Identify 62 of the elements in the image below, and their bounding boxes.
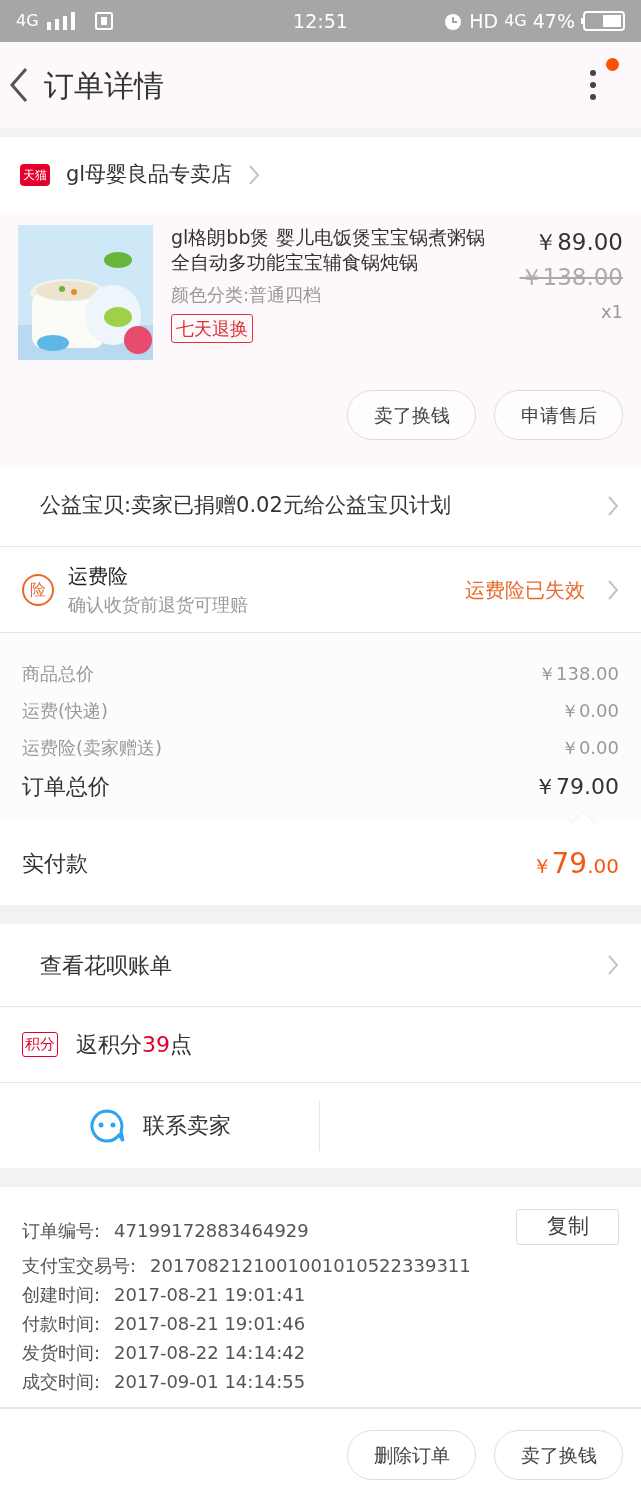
hd-label: HD: [469, 8, 499, 34]
cost-value: ￥138.00: [538, 662, 619, 686]
product-title: gl格朗bb煲 婴儿电饭煲宝宝锅煮粥锅全自动多功能宝宝辅食锅炖锅: [171, 225, 486, 275]
network-label: 4G: [504, 10, 527, 32]
shipping-insurance-row[interactable]: 险 运费险 确认收货前退货可理赔 运费险已失效: [0, 547, 641, 633]
cost-label: 运费险(卖家赠送): [22, 736, 163, 760]
back-button[interactable]: [8, 67, 30, 103]
battery-icon: [581, 11, 625, 31]
cost-value: ￥0.00: [560, 699, 619, 723]
action-button[interactable]: 卖了换钱: [347, 390, 476, 440]
cost-value: ￥0.00: [560, 736, 619, 760]
info-value: 2017-08-21 19:01:46: [114, 1312, 306, 1336]
huabei-bill-text: 查看花呗账单: [40, 951, 173, 980]
total-label: 订单总价: [22, 772, 110, 801]
battery-percent: 47%: [532, 8, 575, 34]
chat-bubble-icon: [88, 1108, 125, 1143]
chevron-right-icon: [607, 954, 619, 976]
network-label: 4G: [16, 10, 39, 32]
app-notification-icon: [94, 12, 113, 30]
action-button[interactable]: 卖了换钱: [494, 1430, 623, 1480]
info-label: 支付宝交易号:: [22, 1254, 137, 1278]
quantity-label: x1: [600, 300, 623, 324]
page-title: 订单详情: [44, 66, 164, 105]
back-icon: [8, 67, 30, 103]
original-price: ￥138.00: [519, 262, 623, 292]
return-policy-tag: 七天退换: [171, 314, 253, 343]
paid-amount: ￥79.00: [531, 845, 619, 882]
alarm-icon: [443, 11, 464, 31]
action-button[interactable]: 删除订单: [347, 1430, 476, 1480]
insurance-subtitle: 确认收货前退货可理赔: [68, 593, 249, 617]
store-badge: 天猫: [20, 164, 50, 186]
store-name: gl母婴良品专卖店: [66, 161, 233, 189]
info-value: 2017082121001001010522339311: [150, 1254, 471, 1278]
insurance-badge: 险: [22, 573, 54, 606]
info-value: 2017-09-01 14:14:55: [114, 1370, 306, 1394]
info-label: 成交时间:: [22, 1370, 101, 1394]
points-badge: 积分: [22, 1032, 58, 1057]
huabei-bill-row[interactable]: 查看花呗账单: [0, 924, 641, 1007]
clock-time: 12:51: [292, 8, 349, 34]
info-value: 47199172883464929: [114, 1218, 309, 1243]
total-value: ￥79.00: [534, 772, 619, 801]
info-label: 订单编号:: [22, 1218, 101, 1243]
info-value: 2017-08-22 14:14:42: [114, 1341, 306, 1365]
points-text: 返积分39点: [76, 1031, 192, 1059]
copy-button[interactable]: 复制: [516, 1209, 619, 1245]
cost-label: 运费(快递): [22, 699, 109, 723]
paid-label: 实付款: [22, 850, 88, 878]
action-button[interactable]: 申请售后: [494, 390, 623, 440]
product-variant: 颜色分类:普通四档: [171, 283, 323, 307]
chevron-right-icon: [607, 578, 619, 601]
info-value: 2017-08-21 19:01:41: [114, 1283, 306, 1307]
insurance-title: 运费险: [68, 563, 129, 590]
insurance-status: 运费险已失效: [465, 576, 585, 604]
product-price: ￥89.00: [534, 228, 623, 257]
charity-text: 公益宝贝:卖家已捐赠0.02元给公益宝贝计划: [40, 491, 452, 519]
chevron-right-icon: [248, 164, 261, 186]
cost-label: 商品总价: [22, 662, 94, 686]
info-label: 创建时间:: [22, 1283, 101, 1307]
charity-row[interactable]: 公益宝贝:卖家已捐赠0.02元给公益宝贝计划: [0, 465, 641, 547]
info-label: 付款时间:: [22, 1312, 101, 1336]
info-label: 发货时间:: [22, 1341, 101, 1365]
chevron-right-icon: [607, 494, 619, 517]
